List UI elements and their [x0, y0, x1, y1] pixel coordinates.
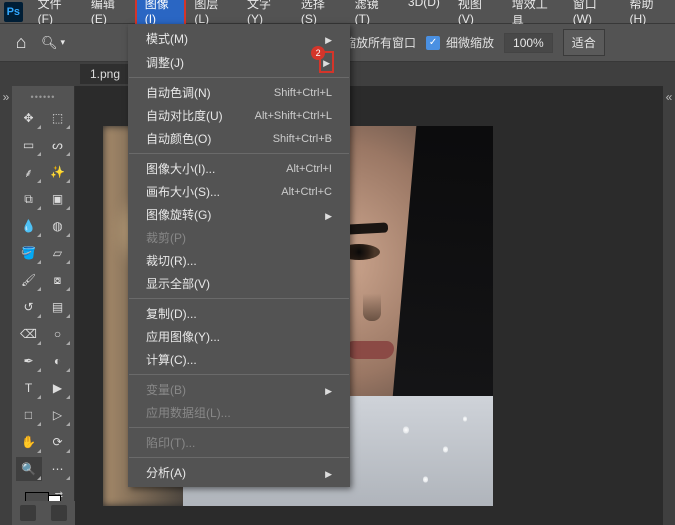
menu-separator	[129, 427, 349, 428]
menu-item[interactable]: 画布大小(S)... Alt+Ctrl+C	[128, 180, 350, 203]
frame-icon[interactable]: ▣	[45, 187, 71, 211]
menu-separator	[129, 77, 349, 78]
crop-icon[interactable]: ⧉	[16, 187, 42, 211]
rectangle-icon[interactable]: □	[16, 403, 42, 427]
brush-icon[interactable]: 🖌	[16, 268, 42, 292]
menu-item-label: 陷印(T)...	[146, 434, 195, 451]
direct-select-icon[interactable]: ▷	[45, 403, 71, 427]
menu-item: 陷印(T)...	[128, 431, 350, 454]
checkbox-checked-icon	[426, 36, 440, 50]
menu-item[interactable]: 自动颜色(O) Shift+Ctrl+B	[128, 127, 350, 150]
menu-item-label: 应用数据组(L)...	[146, 404, 231, 421]
home-icon[interactable]	[10, 32, 32, 54]
menu-item[interactable]: 显示全部(V)	[128, 272, 350, 295]
spot-heal-icon[interactable]: ◍	[45, 214, 71, 238]
submenu-arrow-icon	[325, 383, 332, 397]
image-menu-dropdown: 模式(M) 调整(J) 2 自动色调(N) Shift+Ctrl+L 自动对比度(U) Al…	[128, 24, 350, 487]
move-icon[interactable]: ✥	[16, 106, 42, 130]
panel-collapse-right-icon[interactable]	[663, 86, 675, 525]
menu-separator	[129, 298, 349, 299]
menu-item-shortcut: Alt+Shift+Ctrl+L	[255, 110, 332, 122]
menubar: Ps 文件(F)编辑(E)图像(I)1图层(L)文字(Y)选择(S)滤镜(T)3…	[0, 0, 675, 24]
menu-item: 应用数据组(L)...	[128, 401, 350, 424]
quick-mask-icon[interactable]	[20, 505, 36, 521]
scrubby-zoom-checkbox[interactable]: 细微缩放	[426, 34, 494, 51]
type-icon[interactable]: T	[16, 376, 42, 400]
menu-item[interactable]: 分析(A)	[128, 461, 350, 484]
menu-item[interactable]: 调整(J) 2	[128, 50, 350, 74]
edit-toolbar-icon[interactable]: ⋯	[45, 457, 71, 481]
menu-item[interactable]: 计算(C)...	[128, 348, 350, 371]
menu-item-shortcut: Alt+Ctrl+C	[281, 186, 332, 198]
menu-item: 变量(B)	[128, 378, 350, 401]
gradient-icon[interactable]: ▤	[45, 295, 71, 319]
menu-item-label: 变量(B)	[146, 381, 186, 398]
menu-item-label: 图像旋转(G)	[146, 206, 211, 223]
crop-perspective-icon[interactable]: ▱	[45, 241, 71, 265]
callout-badge-2: 2	[311, 46, 325, 60]
menu-item-shortcut: Alt+Ctrl+I	[286, 163, 332, 175]
menu-item-label: 计算(C)...	[146, 351, 197, 368]
magic-wand-icon[interactable]: ✨	[45, 160, 71, 184]
toolbox-footer	[12, 501, 75, 525]
submenu-arrow-icon: 2	[321, 53, 332, 71]
eyedropper-icon[interactable]: 💧	[16, 214, 42, 238]
rotate-view-icon[interactable]: ⟳	[45, 430, 71, 454]
menu-separator	[129, 457, 349, 458]
menu-item-label: 自动颜色(O)	[146, 130, 211, 147]
menu-separator	[129, 153, 349, 154]
pen-icon[interactable]: ✒	[16, 349, 42, 373]
submenu-arrow-icon	[325, 208, 332, 222]
menu-item-label: 画布大小(S)...	[146, 183, 220, 200]
dodge-icon[interactable]: ◐	[45, 349, 71, 373]
zoom-icon[interactable]: 🔍	[16, 457, 42, 481]
eraser-icon[interactable]: ⌫	[16, 322, 42, 346]
app-logo-icon: Ps	[4, 2, 23, 22]
history-brush-icon[interactable]: ↺	[16, 295, 42, 319]
menu-separator	[129, 374, 349, 375]
menu-item[interactable]: 应用图像(Y)...	[128, 325, 350, 348]
menu-item-label: 调整(J)	[146, 54, 184, 71]
menu-item-label: 复制(D)...	[146, 305, 197, 322]
toolbox-grip-icon[interactable]: ••••••	[31, 92, 56, 102]
menu-item-shortcut: Shift+Ctrl+B	[273, 133, 332, 145]
menu-item-label: 显示全部(V)	[146, 275, 210, 292]
checkbox-label: 缩放所有窗口	[344, 34, 416, 51]
hand-icon[interactable]: ✋	[16, 430, 42, 454]
clone-stamp-icon[interactable]: ⧇	[45, 268, 71, 292]
marquee-icon[interactable]: ▭	[16, 133, 42, 157]
paint-bucket-icon[interactable]: 🪣	[16, 241, 42, 265]
screen-mode-icon[interactable]	[51, 505, 67, 521]
tab-title: 1.png	[90, 67, 120, 81]
menu-item[interactable]: 图像旋转(G)	[128, 203, 350, 226]
menu-item-label: 图像大小(I)...	[146, 160, 215, 177]
blur-icon[interactable]: ○	[45, 322, 71, 346]
menu-item-shortcut: Shift+Ctrl+L	[274, 87, 332, 99]
toolbox: •••••• ✥⬚▭ᔕ⸙✨⧉▣💧◍🪣▱🖌⧇↺▤⌫○✒◐T▶□▷✋⟳🔍⋯ ⇄ ◪	[12, 86, 75, 525]
fit-screen-button[interactable]: 适合	[563, 29, 605, 56]
menu-item-label: 分析(A)	[146, 464, 186, 481]
brush-select-icon[interactable]: ⸙	[16, 160, 42, 184]
menu-item[interactable]: 图像大小(I)... Alt+Ctrl+I	[128, 157, 350, 180]
menu-item-label: 应用图像(Y)...	[146, 328, 220, 345]
menu-item-label: 裁剪(P)	[146, 229, 186, 246]
menu-item-label: 自动色调(N)	[146, 84, 211, 101]
menu-item-label: 裁切(R)...	[146, 252, 197, 269]
zoom-tool-preset-icon[interactable]	[42, 32, 64, 54]
zoom-value[interactable]: 100%	[504, 33, 553, 53]
path-select-icon[interactable]: ▶	[45, 376, 71, 400]
menu-item: 裁剪(P)	[128, 226, 350, 249]
menu-item-label: 自动对比度(U)	[146, 107, 223, 124]
menu-item-label: 模式(M)	[146, 30, 188, 47]
menu-item[interactable]: 自动对比度(U) Alt+Shift+Ctrl+L	[128, 104, 350, 127]
menu-item[interactable]: 裁切(R)...	[128, 249, 350, 272]
menu-item[interactable]: 复制(D)...	[128, 302, 350, 325]
panel-collapse-left-icon[interactable]	[0, 86, 12, 525]
menu-item[interactable]: 自动色调(N) Shift+Ctrl+L	[128, 81, 350, 104]
artboard-icon[interactable]: ⬚	[45, 106, 71, 130]
checkbox-label: 细微缩放	[446, 34, 494, 51]
lasso-icon[interactable]: ᔕ	[45, 133, 71, 157]
submenu-arrow-icon	[325, 32, 332, 46]
submenu-arrow-icon	[325, 466, 332, 480]
